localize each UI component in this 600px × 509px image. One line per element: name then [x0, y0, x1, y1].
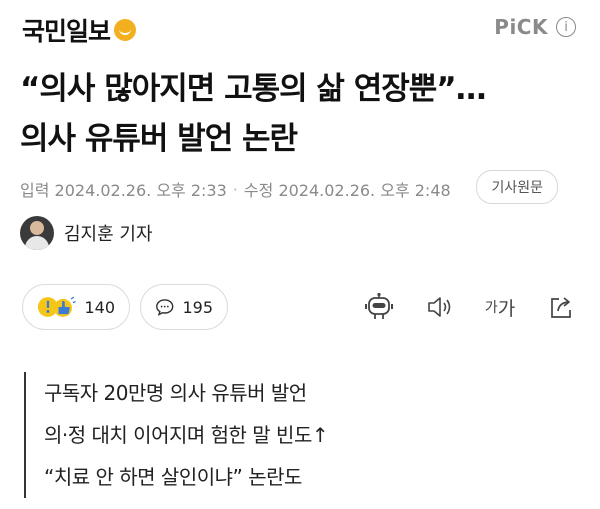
reaction-button[interactable]: 140	[22, 284, 130, 330]
comment-button[interactable]: 195	[140, 284, 228, 330]
summary-line: 의·정 대치 이어지며 험한 말 빈도↑	[44, 423, 329, 447]
share-button[interactable]	[544, 290, 578, 324]
action-bar: 140 195 가가	[0, 284, 600, 334]
original-article-button[interactable]: 기사원문	[476, 170, 558, 204]
meta-separator: ·	[232, 179, 238, 199]
brand-logo-link[interactable]: 국민일보	[22, 12, 137, 48]
summary-line: “치료 안 하면 살인이냐” 논란도	[44, 465, 302, 489]
reporter-name: 김지훈 기자	[64, 224, 153, 245]
share-icon	[551, 297, 571, 318]
font-size-icon: 가	[484, 300, 498, 316]
font-size-button[interactable]: 가가	[480, 290, 520, 324]
headline-line: 의사 유튜버 발언 논란	[20, 121, 298, 157]
headline-line: “의사 많아지면 고통의 삶 연장뿐”…	[20, 71, 487, 107]
modified-label: 수정	[243, 181, 274, 200]
listen-button[interactable]	[423, 290, 457, 324]
published-label: 입력	[20, 181, 50, 200]
summary-bot-button[interactable]	[362, 290, 396, 324]
article-headline: “의사 많아지면 고통의 삶 연장뿐”… 의사 유튜버 발언 논란	[20, 64, 580, 164]
article-summary: 구독자 20만명 의사 유튜버 발언 의·정 대치 이어지며 험한 말 빈도↑ …	[24, 372, 584, 498]
comment-count: 195	[182, 297, 213, 317]
comment-icon	[156, 299, 174, 316]
robot-icon	[365, 292, 393, 319]
summary-line: 구독자 20만명 의사 유튜버 발언	[44, 381, 307, 405]
modified-date: 2024.02.26. 오후 2:48	[278, 181, 451, 200]
brand-name: 국민일보	[22, 17, 111, 46]
pick-label: PiCK	[494, 15, 548, 39]
published-date: 2024.02.26. 오후 2:33	[54, 181, 227, 200]
info-icon[interactable]: i	[556, 17, 576, 37]
top-bar: 국민일보 PiCK i	[0, 0, 600, 56]
reaction-count: 140	[84, 297, 115, 317]
smiley-logo-icon	[114, 19, 137, 41]
pick-badge[interactable]: PiCK i	[494, 15, 576, 39]
reporter-avatar	[20, 216, 54, 250]
reaction-emoji-icon	[37, 296, 76, 317]
speaker-icon	[428, 297, 451, 317]
article-meta: 입력 2024.02.26. 오후 2:33 · 수정 2024.02.26. …	[20, 170, 580, 204]
reporter-link[interactable]: 김지훈 기자	[20, 216, 153, 250]
